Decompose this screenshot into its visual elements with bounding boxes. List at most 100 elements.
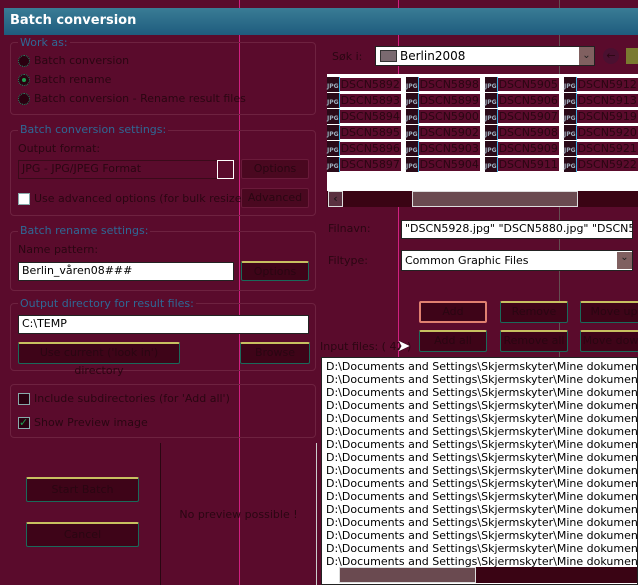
format-options-button[interactable]: Options	[241, 159, 309, 179]
add-all-button[interactable]: Add all	[419, 330, 487, 352]
output-directory-label: Output directory for result files:	[18, 297, 196, 310]
remove-button[interactable]: Remove	[500, 301, 568, 323]
output-format-select[interactable]: JPG - JPG/JPEG Format	[18, 160, 234, 179]
scroll-left-icon[interactable]: ‹	[328, 191, 343, 207]
filetype-select[interactable]: Common Graphic Files	[401, 250, 633, 271]
file-item[interactable]: JPG DSCN5909	[485, 140, 559, 156]
input-files-list[interactable]: D:\Documents and Settings\Skjermskyter\M…	[321, 357, 638, 585]
mouse-cursor-icon: ➤	[397, 336, 411, 355]
look-in-value: Berlin2008	[400, 49, 466, 63]
output-directory-input[interactable]: C:\TEMP	[18, 315, 309, 334]
radio-button[interactable]	[18, 55, 30, 67]
browse-button[interactable]: Browse	[240, 342, 310, 364]
file-name: DSCN5905	[497, 77, 559, 91]
jpg-file-icon: JPG	[406, 156, 419, 172]
start-batch-button[interactable]: Start Batch	[26, 477, 139, 502]
input-file-row[interactable]: D:\Documents and Settings\Skjermskyter\M…	[326, 477, 637, 490]
input-file-row[interactable]: D:\Documents and Settings\Skjermskyter\M…	[326, 399, 637, 412]
up-folder-icon[interactable]	[626, 48, 638, 64]
file-item[interactable]: JPG DSCN5895	[327, 124, 401, 140]
input-file-row[interactable]: D:\Documents and Settings\Skjermskyter\M…	[326, 412, 637, 425]
file-item[interactable]: JPG DSCN5897	[327, 156, 401, 172]
rename-options-button[interactable]: Options	[241, 261, 309, 281]
file-item[interactable]: JPG DSCN5892	[327, 76, 401, 92]
input-file-row[interactable]: D:\Documents and Settings\Skjermskyter\M…	[326, 529, 637, 542]
file-item[interactable]: JPG DSCN5902	[406, 124, 480, 140]
file-item[interactable]: JPG DSCN5908	[485, 124, 559, 140]
scrollbar-thumb[interactable]	[412, 191, 578, 207]
file-name: DSCN5922	[576, 157, 638, 171]
file-name: DSCN5920	[576, 125, 638, 139]
file-item[interactable]: JPG DSCN5903	[406, 140, 480, 156]
file-name: DSCN5898	[418, 77, 480, 91]
input-file-row[interactable]: D:\Documents and Settings\Skjermskyter\M…	[326, 425, 637, 438]
jpg-file-icon: JPG	[327, 140, 340, 156]
file-item[interactable]: JPG DSCN5906	[485, 92, 559, 108]
name-pattern-label: Name pattern:	[18, 243, 99, 256]
input-file-row[interactable]: D:\Documents and Settings\Skjermskyter\M…	[326, 503, 637, 516]
advanced-options-checkbox[interactable]	[18, 193, 30, 205]
input-file-row[interactable]: D:\Documents and Settings\Skjermskyter\M…	[326, 542, 637, 555]
horizontal-scrollbar[interactable]	[339, 567, 637, 583]
add-button[interactable]: Add	[419, 301, 487, 323]
input-file-row[interactable]: D:\Documents and Settings\Skjermskyter\M…	[326, 490, 637, 503]
scrollbar-thumb[interactable]	[339, 567, 476, 583]
horizontal-scrollbar[interactable]: ‹	[327, 191, 638, 207]
file-item[interactable]: JPG DSCN5898	[406, 76, 480, 92]
file-item[interactable]: JPG DSCN5896	[327, 140, 401, 156]
jpg-file-icon: JPG	[327, 92, 340, 108]
input-file-row[interactable]: D:\Documents and Settings\Skjermskyter\M…	[326, 438, 637, 451]
file-item[interactable]: JPG DSCN5913	[564, 92, 638, 108]
file-item[interactable]: JPG DSCN5904	[406, 156, 480, 172]
use-current-directory-button[interactable]: Use current ('look in') directory	[18, 342, 180, 377]
jpg-file-icon: JPG	[406, 124, 419, 140]
input-file-row[interactable]: D:\Documents and Settings\Skjermskyter\M…	[326, 386, 637, 399]
input-file-row[interactable]: D:\Documents and Settings\Skjermskyter\M…	[326, 464, 637, 477]
file-item[interactable]: JPG DSCN5919	[564, 108, 638, 124]
input-file-row[interactable]: D:\Documents and Settings\Skjermskyter\M…	[326, 451, 637, 464]
file-item[interactable]: JPG DSCN5905	[485, 76, 559, 92]
file-name: DSCN5906	[497, 93, 559, 107]
cancel-button[interactable]: Cancel	[26, 522, 139, 547]
file-item[interactable]: JPG DSCN5900	[406, 108, 480, 124]
jpg-file-icon: JPG	[564, 76, 577, 92]
file-item[interactable]: JPG DSCN5893	[327, 92, 401, 108]
move-up-button[interactable]: Move up	[580, 301, 638, 323]
file-item[interactable]: JPG DSCN5921	[564, 140, 638, 156]
show-preview-label: Show Preview image	[34, 416, 148, 429]
file-name: DSCN5908	[497, 125, 559, 139]
file-item[interactable]: JPG DSCN5907	[485, 108, 559, 124]
advanced-button[interactable]: Advanced	[241, 188, 309, 208]
name-pattern-input[interactable]: Berlin_våren08###	[18, 262, 234, 281]
file-name: DSCN5913	[576, 93, 638, 107]
input-file-row[interactable]: D:\Documents and Settings\Skjermskyter\M…	[326, 373, 637, 386]
input-file-row[interactable]: D:\Documents and Settings\Skjermskyter\M…	[326, 516, 637, 529]
jpg-file-icon: JPG	[406, 92, 419, 108]
file-item[interactable]: JPG DSCN5922	[564, 156, 638, 172]
file-item[interactable]: JPG DSCN5899	[406, 92, 480, 108]
filename-input[interactable]: "DSCN5928.jpg" "DSCN5880.jpg" "DSCN5881	[401, 220, 633, 239]
show-preview-checkbox[interactable]: ✓	[18, 417, 30, 429]
file-item[interactable]: JPG DSCN5911	[485, 156, 559, 172]
file-browser-list[interactable]: JPG DSCN5892 JPG DSCN5893 JPG DSCN5894 JPG DSCN…	[327, 74, 638, 207]
file-item[interactable]: JPG DSCN5894	[327, 108, 401, 124]
jpg-file-icon: JPG	[485, 108, 498, 124]
file-item[interactable]: JPG DSCN5912	[564, 76, 638, 92]
radio-button[interactable]	[18, 74, 30, 86]
jpg-file-icon: JPG	[564, 124, 577, 140]
radio-button[interactable]	[18, 93, 30, 105]
file-name: DSCN5896	[339, 141, 401, 155]
file-name: DSCN5897	[339, 157, 401, 171]
file-item[interactable]: JPG DSCN5920	[564, 124, 638, 140]
remove-all-button[interactable]: Remove all	[500, 330, 568, 352]
chevron-down-icon[interactable]: ⌄	[579, 47, 594, 65]
back-icon[interactable]: ←	[603, 48, 619, 64]
look-in-select[interactable]: Berlin2008	[375, 46, 595, 66]
move-down-button[interactable]: Move down	[580, 330, 638, 352]
include-subdirectories-checkbox[interactable]	[18, 393, 30, 405]
chevron-down-icon[interactable]: ⌄	[617, 252, 632, 269]
file-name: DSCN5903	[418, 141, 480, 155]
input-file-row[interactable]: D:\Documents and Settings\Skjermskyter\M…	[326, 360, 637, 373]
chevron-down-icon[interactable]	[217, 160, 234, 179]
jpg-file-icon: JPG	[564, 156, 577, 172]
